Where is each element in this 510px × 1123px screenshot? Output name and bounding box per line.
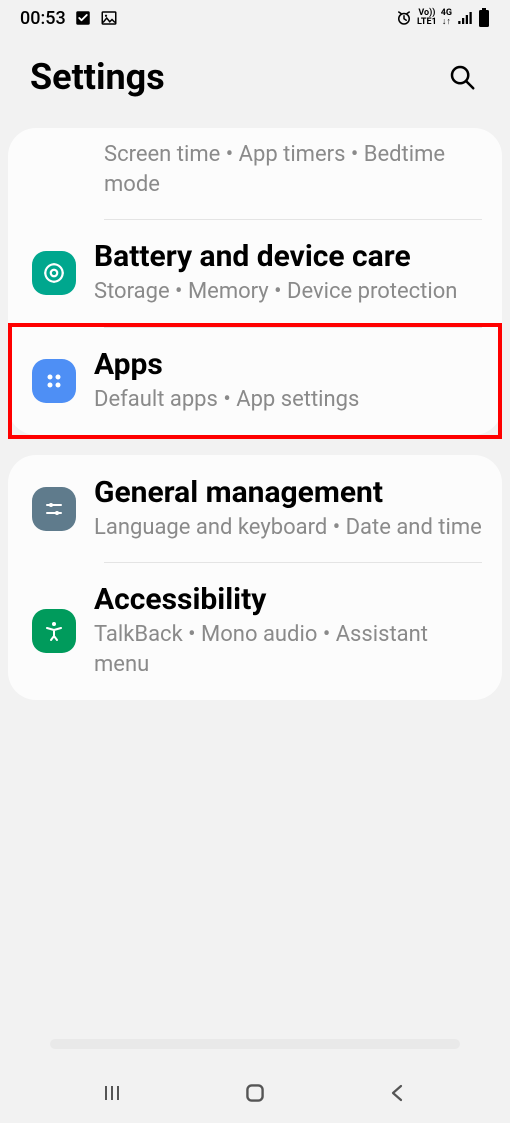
general-management-icon (32, 487, 76, 531)
recents-icon (100, 1081, 124, 1105)
navigation-bar (0, 1063, 510, 1123)
settings-group-device: Screen time • App timers • Bedtime mode … (8, 128, 502, 435)
page-title: Settings (30, 56, 165, 98)
scroll-indicator (50, 1039, 460, 1049)
row-general-management[interactable]: General management Language and keyboard… (8, 455, 502, 563)
row-digital-wellbeing[interactable]: Screen time • App timers • Bedtime mode (8, 128, 502, 219)
home-icon (242, 1080, 268, 1106)
row-accessibility[interactable]: Accessibility TalkBack • Mono audio • As… (8, 562, 502, 699)
alarm-icon (395, 9, 413, 27)
recents-button[interactable] (92, 1073, 132, 1113)
row-battery-device-care[interactable]: Battery and device care Storage • Memory… (8, 219, 502, 327)
row-title: General management (94, 475, 484, 511)
status-bar: 00:53 Vo)) LTE1 4G ↓↑ (0, 0, 510, 36)
volte-indicator: Vo)) LTE1 (417, 9, 437, 27)
back-button[interactable] (378, 1073, 418, 1113)
search-icon (447, 62, 477, 92)
settings-group-general: General management Language and keyboard… (8, 455, 502, 700)
image-icon (100, 9, 118, 27)
row-subtitle: Language and keyboard • Date and time (94, 513, 484, 543)
row-title: Battery and device care (94, 239, 484, 275)
device-care-icon (32, 251, 76, 295)
accessibility-icon (32, 609, 76, 653)
battery-icon (478, 8, 490, 28)
network-indicator: 4G ↓↑ (441, 9, 452, 27)
back-icon (386, 1081, 410, 1105)
row-subtitle: Default apps • App settings (94, 385, 484, 415)
checkbox-icon (74, 9, 92, 27)
row-title: Accessibility (94, 582, 484, 618)
row-subtitle: Screen time • App timers • Bedtime mode (104, 140, 484, 199)
row-title: Apps (94, 347, 484, 383)
apps-icon (32, 359, 76, 403)
signal-icon (456, 9, 474, 27)
row-apps[interactable]: Apps Default apps • App settings (8, 327, 502, 435)
row-subtitle: TalkBack • Mono audio • Assistant menu (94, 620, 484, 679)
home-button[interactable] (235, 1073, 275, 1113)
settings-header: Settings (0, 36, 510, 128)
search-button[interactable] (444, 59, 480, 95)
status-clock: 00:53 (20, 8, 66, 29)
row-subtitle: Storage • Memory • Device protection (94, 277, 484, 307)
